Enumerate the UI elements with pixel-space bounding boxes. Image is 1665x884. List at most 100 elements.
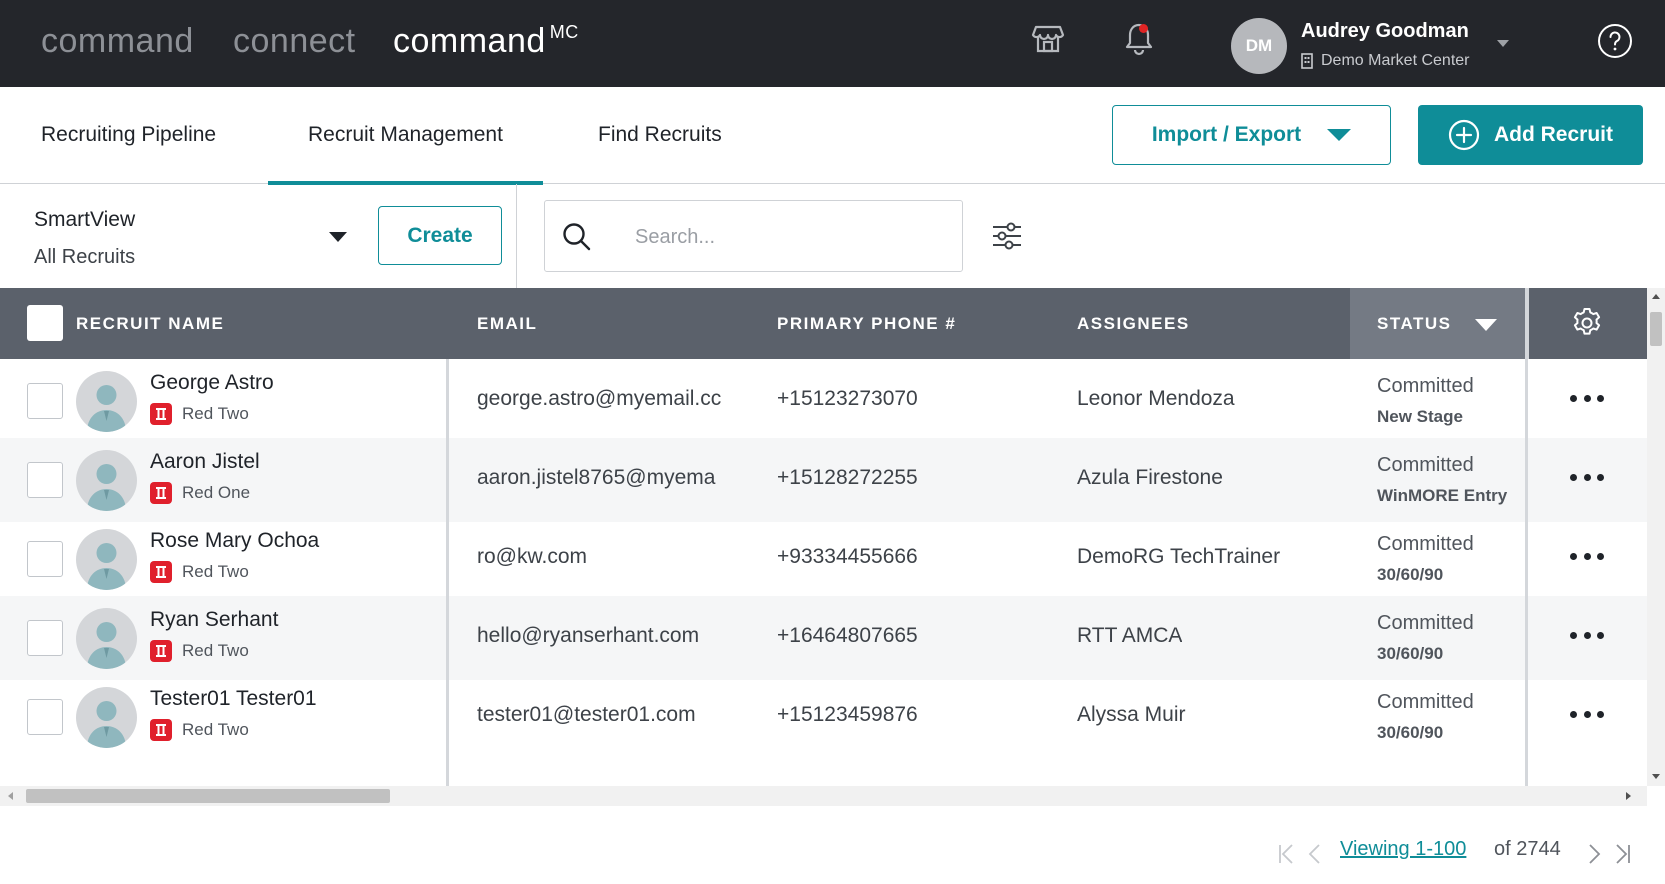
nav-command[interactable]: command — [41, 22, 194, 61]
recruit-stage: 30/60/90 — [1377, 565, 1444, 584]
horizontal-scroll-thumb[interactable] — [26, 789, 390, 803]
recruit-stage: 30/60/90 — [1377, 644, 1444, 663]
building-icon — [1301, 53, 1313, 69]
row-checkbox[interactable] — [27, 620, 63, 656]
recruit-phone: +16464807665 — [777, 624, 918, 647]
recruit-email: george.astro@myemail.cc — [477, 387, 722, 410]
search-icon — [563, 223, 591, 251]
filter-icon[interactable] — [990, 220, 1024, 252]
horizontal-scrollbar[interactable] — [0, 786, 1647, 806]
more-icon[interactable] — [1570, 395, 1604, 405]
row-checkbox[interactable] — [27, 699, 63, 735]
scroll-up-arrow-icon[interactable] — [1652, 294, 1660, 299]
import-export-button[interactable]: Import / Export — [1112, 105, 1391, 165]
smartview-chevron-down-icon[interactable] — [329, 232, 347, 242]
table-row[interactable]: Tester01 Tester01 Red Two tester01@tester0… — [0, 675, 1647, 759]
scroll-left-arrow-icon[interactable] — [8, 792, 13, 800]
team-label: Red Two — [182, 404, 249, 423]
table-row[interactable]: George Astro Red Two george.astro@myemail.… — [0, 359, 1647, 443]
recruit-assignee: Azula Firestone — [1077, 466, 1223, 489]
recruit-avatar — [76, 608, 137, 669]
recruit-name[interactable]: Rose Mary Ochoa — [150, 529, 319, 553]
recruit-email: hello@ryanserhant.com — [477, 624, 700, 647]
recruit-phone: +93334455666 — [777, 545, 918, 568]
actions-column-divider — [1525, 359, 1528, 786]
recruit-assignee: Leonor Mendoza — [1077, 387, 1235, 410]
pagination-viewing-range[interactable]: Viewing 1-100 — [1340, 838, 1466, 861]
recruit-status: Committed — [1377, 691, 1474, 713]
first-page-icon[interactable] — [1276, 842, 1298, 866]
row-checkbox[interactable] — [27, 541, 63, 577]
row-checkbox[interactable] — [27, 462, 63, 498]
import-export-label: Import / Export — [1151, 123, 1302, 146]
help-icon[interactable] — [1596, 22, 1634, 60]
recruit-name[interactable]: Tester01 Tester01 — [150, 687, 317, 711]
nav-command-mc-label: command — [393, 22, 546, 60]
recruit-name[interactable]: George Astro — [150, 371, 274, 395]
status-sort-chevron-icon[interactable] — [1475, 319, 1497, 331]
team-label: Red Two — [182, 720, 249, 739]
team-badge-icon — [150, 640, 172, 662]
search-box[interactable] — [544, 200, 963, 272]
gear-icon[interactable] — [1570, 306, 1604, 340]
vertical-scrollbar[interactable] — [1647, 288, 1665, 786]
add-recruit-button[interactable]: Add Recruit — [1418, 105, 1643, 165]
top-navigation-bar: command connect command MC DM Audrey Good… — [0, 0, 1665, 87]
header-recruit-name[interactable]: RECRUIT NAME — [76, 288, 224, 359]
nav-command-mc[interactable]: command MC — [393, 22, 579, 61]
tab-bar: Recruiting Pipeline Recruit Management F… — [0, 87, 1665, 185]
more-icon[interactable] — [1570, 474, 1604, 484]
scroll-down-arrow-icon[interactable] — [1652, 774, 1660, 779]
tab-recruit-management[interactable]: Recruit Management — [268, 87, 543, 185]
notification-dot — [1139, 24, 1148, 33]
tab-find-recruits[interactable]: Find Recruits — [598, 87, 722, 184]
smartview-select[interactable]: All Recruits — [34, 246, 135, 269]
last-page-icon[interactable] — [1611, 842, 1633, 866]
recruit-phone: +15128272255 — [777, 466, 918, 489]
header-primary-phone[interactable]: PRIMARY PHONE # — [777, 288, 956, 359]
recruit-assignee: DemoRG TechTrainer — [1077, 545, 1281, 568]
team-label: Red Two — [182, 641, 249, 660]
more-icon[interactable] — [1570, 632, 1604, 642]
scroll-right-arrow-icon[interactable] — [1626, 792, 1631, 800]
create-smartview-button[interactable]: Create — [378, 206, 502, 265]
recruit-name[interactable]: Ryan Serhant — [150, 608, 278, 632]
table-header: RECRUIT NAME EMAIL PRIMARY PHONE # ASSIG… — [0, 288, 1647, 359]
user-name[interactable]: Audrey Goodman — [1301, 20, 1469, 43]
search-input[interactable] — [635, 219, 935, 255]
team-label: Red Two — [182, 562, 249, 581]
recruit-assignee: Alyssa Muir — [1077, 703, 1186, 726]
recruit-name[interactable]: Aaron Jistel — [150, 450, 260, 474]
nav-connect[interactable]: connect — [233, 22, 356, 61]
store-icon[interactable] — [1030, 20, 1066, 56]
header-email[interactable]: EMAIL — [477, 288, 537, 359]
header-assignees[interactable]: ASSIGNEES — [1077, 288, 1190, 359]
more-icon[interactable] — [1570, 711, 1604, 721]
recruit-status: Committed — [1377, 612, 1474, 634]
recruit-assignee: RTT AMCA — [1077, 624, 1183, 647]
recruit-stage: New Stage — [1377, 407, 1463, 426]
previous-page-icon[interactable] — [1304, 842, 1326, 866]
row-checkbox[interactable] — [27, 383, 63, 419]
recruit-team: Red Two — [150, 561, 249, 583]
header-divider-left — [446, 288, 450, 359]
recruit-phone: +15123273070 — [777, 387, 918, 410]
recruit-avatar — [76, 371, 137, 432]
recruit-status: Committed — [1377, 533, 1474, 555]
vertical-scroll-thumb[interactable] — [1650, 312, 1662, 346]
table-row[interactable]: Rose Mary Ochoa Red Two ro@kw.com +93334455… — [0, 517, 1647, 601]
table-row[interactable]: Ryan Serhant Red Two hello@ryanserhant.com… — [0, 596, 1647, 680]
user-avatar[interactable]: DM — [1231, 18, 1287, 74]
next-page-icon[interactable] — [1583, 842, 1605, 866]
recruit-team: Red Two — [150, 719, 249, 741]
user-menu-chevron-icon[interactable] — [1497, 40, 1509, 47]
more-icon[interactable] — [1570, 553, 1604, 563]
header-status[interactable]: STATUS — [1377, 288, 1451, 359]
select-all-checkbox[interactable] — [27, 305, 63, 341]
frozen-column-divider — [446, 359, 449, 786]
recruit-email: tester01@tester01.com — [477, 703, 696, 726]
recruit-stage: WinMORE Entry — [1377, 486, 1508, 505]
table-row[interactable]: Aaron Jistel Red One aaron.jistel8765@myem… — [0, 438, 1647, 522]
user-org: Demo Market Center — [1301, 52, 1470, 70]
tab-recruiting-pipeline[interactable]: Recruiting Pipeline — [41, 87, 216, 184]
